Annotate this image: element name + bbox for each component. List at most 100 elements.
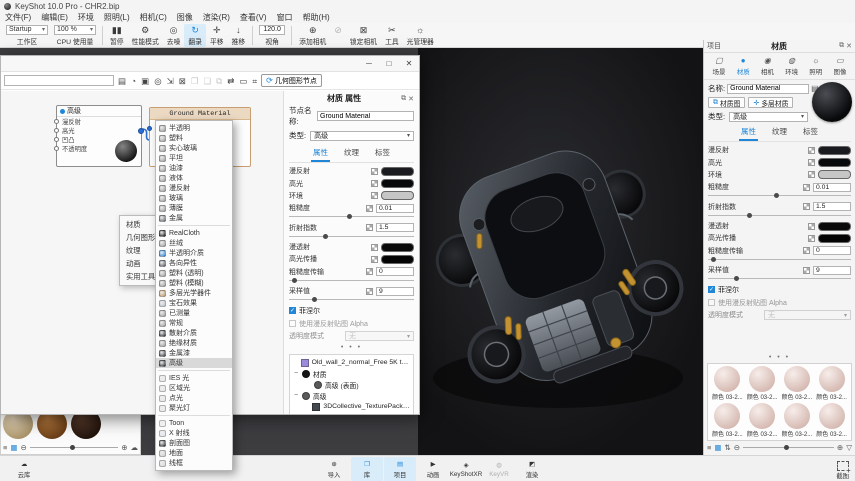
submenu-item[interactable]: 丝绒 xyxy=(156,238,232,248)
tab[interactable]: ☼ 照明 xyxy=(804,55,828,77)
focus-icon[interactable]: ◎ xyxy=(154,75,161,87)
slider-handle[interactable] xyxy=(323,234,328,239)
color-swatch[interactable] xyxy=(381,243,414,252)
port-dot-icon[interactable] xyxy=(54,146,59,151)
arrange-icon[interactable]: ⇲ xyxy=(167,75,174,87)
color-swatch[interactable] xyxy=(818,234,851,243)
grid-view-icon[interactable]: ▦ xyxy=(10,443,17,452)
submenu-item[interactable]: 已测量 xyxy=(156,308,232,318)
tree-item[interactable]: 3DCollective_TexturePack01_Mask_0... xyxy=(291,401,412,412)
submenu-item[interactable]: 剖面图 xyxy=(156,438,232,448)
texture-icon[interactable] xyxy=(808,147,815,154)
slider[interactable] xyxy=(289,278,414,284)
close-icon[interactable]: ✕ xyxy=(408,95,414,103)
tree-item[interactable]: 高级 xyxy=(291,390,412,401)
material-type-select[interactable]: 高级 xyxy=(310,131,414,141)
slider[interactable] xyxy=(289,214,414,220)
toolbar-button[interactable]: ▮▮ 暂停 xyxy=(106,24,128,47)
bottom-bar-button[interactable]: ▤ 项目 xyxy=(384,457,416,481)
checkbox[interactable] xyxy=(708,286,715,293)
library-material[interactable]: 颜色 03-2... xyxy=(745,403,780,438)
value-input[interactable]: 9 xyxy=(813,266,851,275)
menu-item[interactable]: 环境 xyxy=(73,12,99,23)
menu-item[interactable]: 查看(V) xyxy=(235,12,272,23)
workspace-dropdown[interactable]: Startup xyxy=(6,25,48,35)
material-type-select[interactable]: 高级 xyxy=(729,112,808,122)
color-swatch[interactable] xyxy=(818,170,851,179)
list-view-icon[interactable]: ≡ xyxy=(707,443,711,452)
submenu-item[interactable]: 线框 xyxy=(156,458,232,468)
port-dot-icon[interactable] xyxy=(54,137,59,142)
fov-input[interactable]: 120.0 xyxy=(259,25,285,35)
cpu-usage-dropdown[interactable]: 100 % xyxy=(54,25,96,35)
bottom-bar-button[interactable]: ◈ KeyShotXR xyxy=(450,457,482,481)
save-icon[interactable]: ▤ xyxy=(118,75,126,87)
submenu-item[interactable]: Toon xyxy=(156,418,232,428)
slider[interactable] xyxy=(708,193,851,199)
port-dot-icon[interactable] xyxy=(54,128,59,133)
bottom-bar-button[interactable]: ▶ 动画 xyxy=(417,457,449,481)
thumbnail-size-slider[interactable] xyxy=(743,445,834,450)
submenu-item[interactable]: X 射线 xyxy=(156,428,232,438)
slider-handle[interactable] xyxy=(347,214,352,219)
submenu-item[interactable]: 绝缘材质 xyxy=(156,338,232,348)
node-input-port[interactable]: 漫反射 xyxy=(57,117,141,126)
color-swatch[interactable] xyxy=(818,158,851,167)
texture-icon[interactable] xyxy=(366,288,373,295)
submenu-item[interactable] xyxy=(158,370,230,371)
node-input-port[interactable]: 高光 xyxy=(57,126,141,135)
tab[interactable]: 纹理 xyxy=(342,146,361,162)
menu-item[interactable]: 图像 xyxy=(172,12,198,23)
texture-icon[interactable] xyxy=(371,244,378,251)
tab[interactable]: 属性 xyxy=(311,146,330,162)
tab[interactable]: 纹理 xyxy=(770,125,789,141)
thumbnail-size-slider[interactable] xyxy=(30,445,118,450)
slider-handle[interactable] xyxy=(292,278,297,283)
submenu-item[interactable] xyxy=(158,225,230,226)
tab[interactable]: ◉ 相机 xyxy=(755,55,779,77)
bottom-bar-button[interactable]: ❐ 库 xyxy=(351,457,383,481)
graph-window-titlebar[interactable]: ─ □ ✕ xyxy=(1,56,419,72)
tree-item[interactable]: Old_wall_2_normal_Free 5K texturesVOL... xyxy=(291,357,412,368)
slider-handle[interactable] xyxy=(711,257,716,262)
toolbar-button[interactable]: ⊘ xyxy=(330,24,346,47)
close-button[interactable]: ✕ xyxy=(399,59,419,68)
slider-handle[interactable] xyxy=(774,193,779,198)
zoom-out-icon[interactable]: ⊖ xyxy=(20,443,26,452)
bottom-bar-button[interactable]: ◍ KeyVR xyxy=(483,457,515,481)
submenu-item[interactable]: 常规 xyxy=(156,318,232,328)
slider-handle[interactable] xyxy=(312,297,317,302)
texture-icon[interactable] xyxy=(366,205,373,212)
geometry-node-button[interactable]: ⟳几何图形节点 xyxy=(261,74,322,87)
material-sphere-icon[interactable]: ◔ xyxy=(131,75,136,87)
library-material[interactable]: 颜色 03-2... xyxy=(710,403,745,438)
submenu-item[interactable]: 玻璃 xyxy=(156,193,232,203)
panel-button[interactable]: ✛ 多层材质 xyxy=(748,97,793,108)
tree-item[interactable]: 高级 (表面) xyxy=(291,379,412,390)
panel-button[interactable]: ⧉ 材质图 xyxy=(708,97,745,108)
color-swatch[interactable] xyxy=(381,191,414,200)
node-graph-canvas[interactable]: 高级 漫反射 高光 凹凸 不透明 xyxy=(1,91,284,414)
bottom-bar-button[interactable]: ⊕ 导入 xyxy=(318,457,350,481)
texture-icon[interactable] xyxy=(803,247,810,254)
texture-icon[interactable] xyxy=(371,192,378,199)
submenu-item[interactable]: 区域光 xyxy=(156,383,232,393)
cloud-library-button[interactable]: ☁ 云库 xyxy=(8,457,40,481)
texture-icon[interactable] xyxy=(366,224,373,231)
splitter-handle[interactable]: • • • xyxy=(289,344,414,351)
render-scene[interactable] xyxy=(418,48,704,455)
submenu-item[interactable]: RealCloth xyxy=(156,228,232,238)
submenu-item[interactable]: 塑料 (模糊) xyxy=(156,278,232,288)
slider[interactable] xyxy=(708,257,851,263)
link-icon[interactable]: ⇄ xyxy=(227,75,234,87)
texture-icon[interactable] xyxy=(808,235,815,242)
detach-icon[interactable]: ⧉ xyxy=(401,95,406,103)
screenshot-button[interactable]: 截图 xyxy=(836,461,849,480)
value-input[interactable]: 0.01 xyxy=(813,183,851,192)
expander-icon[interactable] xyxy=(293,392,299,399)
minimize-button[interactable]: ─ xyxy=(359,59,379,68)
texture-icon[interactable] xyxy=(371,180,378,187)
submenu-item[interactable] xyxy=(158,415,230,416)
slider[interactable] xyxy=(708,213,851,219)
maximize-button[interactable]: □ xyxy=(379,59,399,68)
